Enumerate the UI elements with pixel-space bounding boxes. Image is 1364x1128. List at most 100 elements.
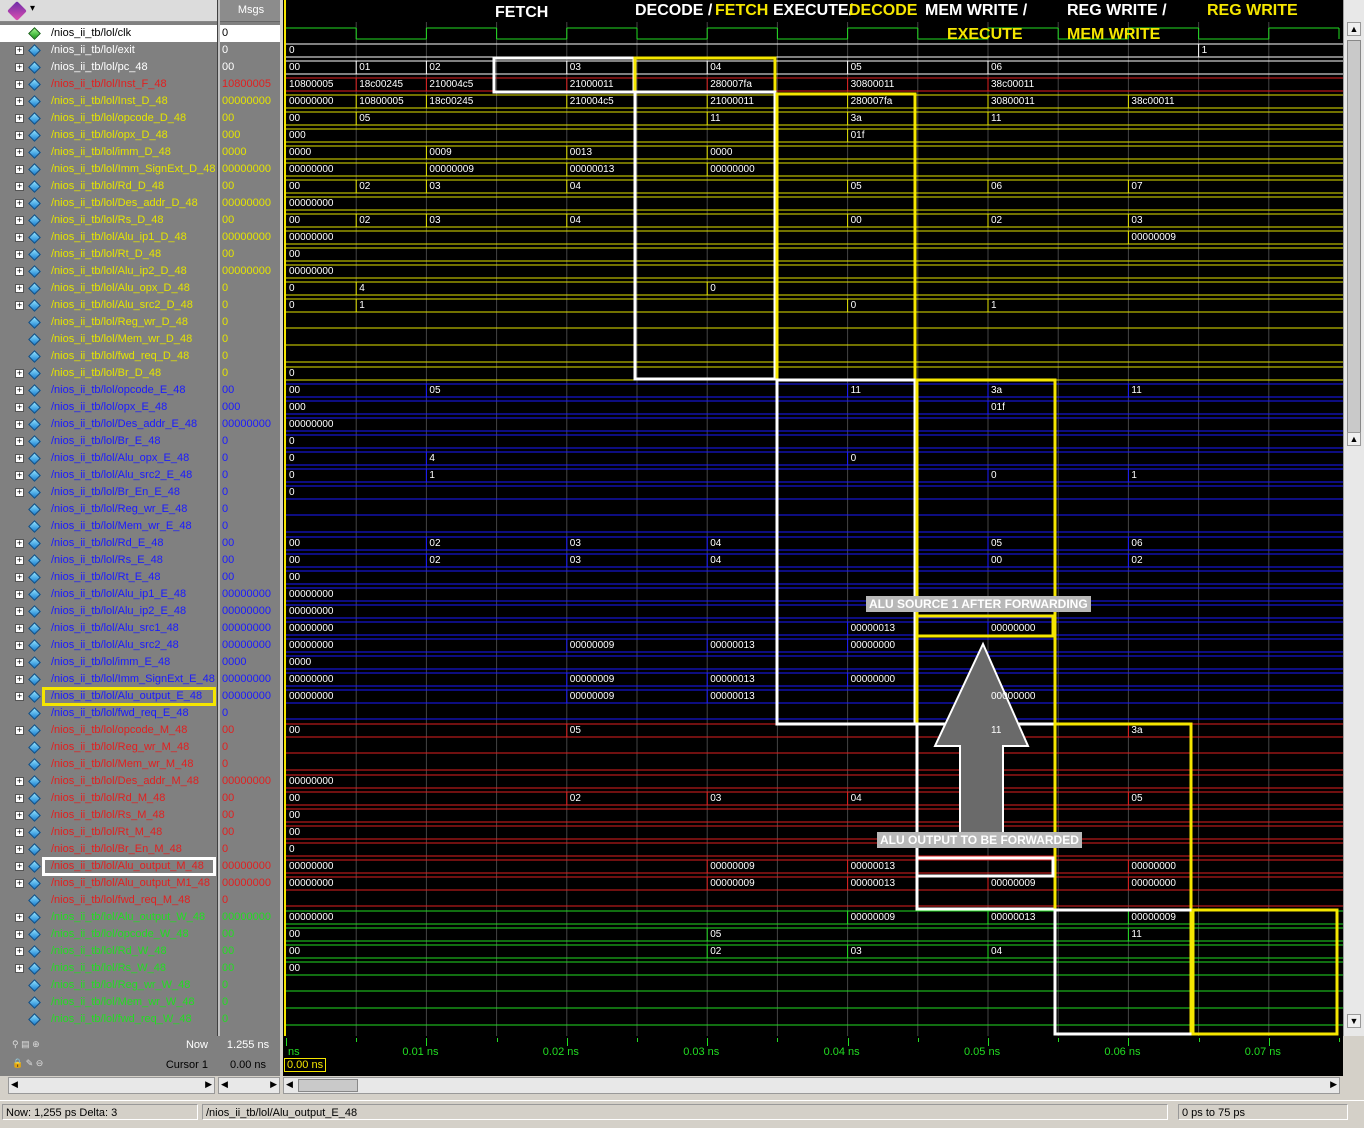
signal-row[interactable]: /nios_ii_tb/lol/fwd_req_E_48 (0, 705, 217, 722)
signal-row[interactable]: /nios_ii_tb/lol/Mem_wr_W_48 (0, 994, 217, 1011)
signal-row[interactable]: + /nios_ii_tb/lol/Alu_opx_E_48 (0, 450, 217, 467)
expand-icon[interactable]: + (15, 46, 24, 55)
scroll-up-arrow-icon-2[interactable]: ▲ (1347, 432, 1361, 446)
signal-row[interactable]: + /nios_ii_tb/lol/Rd_D_48 (0, 178, 217, 195)
expand-icon[interactable]: + (15, 165, 24, 174)
waveform-pane[interactable]: 0 1 00 01 02 03 04 05 06 10800005 18c00245 210004c5… (283, 0, 1343, 1036)
signal-row[interactable]: + /nios_ii_tb/lol/Br_En_E_48 (0, 484, 217, 501)
scroll-up-arrow-icon[interactable]: ▲ (1347, 22, 1361, 36)
signal-row[interactable]: + /nios_ii_tb/lol/Br_E_48 (0, 433, 217, 450)
signal-row[interactable]: + /nios_ii_tb/lol/Rd_M_48 (0, 790, 217, 807)
lock-icon[interactable]: 🔒 ✎ ⊖ (12, 1058, 46, 1070)
toolbar-icons[interactable]: ⚲ ▤ ⊕ (12, 1039, 46, 1051)
expand-icon[interactable]: + (15, 862, 24, 871)
expand-icon[interactable]: + (15, 301, 24, 310)
expand-icon[interactable]: + (15, 488, 24, 497)
signal-row[interactable]: + /nios_ii_tb/lol/opcode_W_48 (0, 926, 217, 943)
signal-row[interactable]: + /nios_ii_tb/lol/Rt_D_48 (0, 246, 217, 263)
signal-row[interactable]: + /nios_ii_tb/lol/Alu_output_M1_48 (0, 875, 217, 892)
expand-icon[interactable]: + (15, 250, 24, 259)
expand-icon[interactable]: + (15, 199, 24, 208)
expand-icon[interactable]: + (15, 539, 24, 548)
signal-row[interactable]: + /nios_ii_tb/lol/Alu_opx_D_48 (0, 280, 217, 297)
expand-icon[interactable]: + (15, 437, 24, 446)
signal-row[interactable]: + /nios_ii_tb/lol/Rs_W_48 (0, 960, 217, 977)
expand-icon[interactable]: + (15, 403, 24, 412)
signal-row[interactable]: + /nios_ii_tb/lol/Alu_ip2_E_48 (0, 603, 217, 620)
expand-icon[interactable]: + (15, 947, 24, 956)
signal-row[interactable]: /nios_ii_tb/lol/fwd_req_M_48 (0, 892, 217, 909)
signal-row[interactable]: /nios_ii_tb/lol/Reg_wr_E_48 (0, 501, 217, 518)
signal-row[interactable]: + /nios_ii_tb/lol/exit (0, 42, 217, 59)
expand-icon[interactable]: + (15, 845, 24, 854)
hscroll-thumb[interactable] (298, 1079, 358, 1092)
scroll-thumb[interactable] (1347, 40, 1361, 440)
signal-row[interactable]: /nios_ii_tb/lol/Reg_wr_W_48 (0, 977, 217, 994)
signal-row[interactable]: + /nios_ii_tb/lol/opx_E_48 (0, 399, 217, 416)
scroll-left-arrow-icon[interactable]: ◀ (11, 1079, 18, 1090)
signal-row[interactable]: /nios_ii_tb/lol/fwd_req_W_48 (0, 1011, 217, 1028)
signal-row[interactable]: + /nios_ii_tb/lol/Rs_E_48 (0, 552, 217, 569)
expand-icon[interactable]: + (15, 692, 24, 701)
signal-row[interactable]: /nios_ii_tb/lol/Reg_wr_M_48 (0, 739, 217, 756)
signal-row[interactable]: + /nios_ii_tb/lol/Alu_ip2_D_48 (0, 263, 217, 280)
expand-icon[interactable]: + (15, 964, 24, 973)
signal-row[interactable]: + /nios_ii_tb/lol/Br_En_M_48 (0, 841, 217, 858)
wave-pane-hscroll[interactable]: ◀ ▶ (283, 1077, 1340, 1094)
value-pane-hscroll[interactable]: ◀ ▶ (218, 1077, 280, 1094)
expand-icon[interactable]: + (15, 930, 24, 939)
signal-row[interactable]: + /nios_ii_tb/lol/opcode_M_48 (0, 722, 217, 739)
scroll-down-arrow-icon[interactable]: ▼ (1347, 1014, 1361, 1028)
signal-row[interactable]: + /nios_ii_tb/lol/Alu_src1_48 (0, 620, 217, 637)
expand-icon[interactable]: + (15, 233, 24, 242)
signal-row[interactable]: + /nios_ii_tb/lol/Rt_M_48 (0, 824, 217, 841)
signal-row[interactable]: + /nios_ii_tb/lol/Rd_W_48 (0, 943, 217, 960)
signal-row[interactable]: + /nios_ii_tb/lol/Des_addr_E_48 (0, 416, 217, 433)
wave-logo-icon[interactable] (7, 1, 27, 21)
scroll-right-arrow-icon-2[interactable]: ▶ (270, 1079, 277, 1090)
signal-row[interactable]: + /nios_ii_tb/lol/imm_E_48 (0, 654, 217, 671)
signal-row[interactable]: /nios_ii_tb/lol/Mem_wr_D_48 (0, 331, 217, 348)
signal-row[interactable]: + /nios_ii_tb/lol/Alu_src2_E_48 (0, 467, 217, 484)
signal-row[interactable]: + /nios_ii_tb/lol/Rt_E_48 (0, 569, 217, 586)
scroll-right-arrow-icon-3[interactable]: ▶ (1330, 1079, 1337, 1090)
vertical-scrollbar[interactable]: ▲ ▲ ▼ (1343, 0, 1364, 1036)
expand-icon[interactable]: + (15, 182, 24, 191)
expand-icon[interactable]: + (15, 267, 24, 276)
expand-icon[interactable]: + (15, 131, 24, 140)
signal-row[interactable]: + /nios_ii_tb/lol/imm_D_48 (0, 144, 217, 161)
expand-icon[interactable]: + (15, 556, 24, 565)
expand-icon[interactable]: + (15, 148, 24, 157)
signal-row[interactable]: + /nios_ii_tb/lol/Alu_output_W_48 (0, 909, 217, 926)
signal-pane-hscroll[interactable]: ◀ ▶ (8, 1077, 215, 1094)
signal-row[interactable]: + /nios_ii_tb/lol/Alu_ip1_D_48 (0, 229, 217, 246)
signal-row[interactable]: + /nios_ii_tb/lol/Rd_E_48 (0, 535, 217, 552)
signal-row[interactable]: + /nios_ii_tb/lol/Imm_SignExt_E_48 (0, 671, 217, 688)
expand-icon[interactable]: + (15, 777, 24, 786)
signal-row[interactable]: + /nios_ii_tb/lol/pc_48 (0, 59, 217, 76)
scroll-left-arrow-icon-3[interactable]: ◀ (286, 1079, 293, 1090)
expand-icon[interactable]: + (15, 641, 24, 650)
expand-icon[interactable]: + (15, 63, 24, 72)
scroll-right-arrow-icon[interactable]: ▶ (205, 1079, 212, 1090)
signal-row[interactable]: + /nios_ii_tb/lol/Rs_M_48 (0, 807, 217, 824)
signal-row[interactable]: + /nios_ii_tb/lol/Br_D_48 (0, 365, 217, 382)
signal-row[interactable]: /nios_ii_tb/lol/fwd_req_D_48 (0, 348, 217, 365)
expand-icon[interactable]: + (15, 454, 24, 463)
expand-icon[interactable]: + (15, 675, 24, 684)
expand-icon[interactable]: + (15, 80, 24, 89)
expand-icon[interactable]: + (15, 726, 24, 735)
expand-icon[interactable]: + (15, 624, 24, 633)
expand-icon[interactable]: + (15, 216, 24, 225)
signal-row[interactable]: + /nios_ii_tb/lol/opx_D_48 (0, 127, 217, 144)
signal-row[interactable]: + /nios_ii_tb/lol/Des_addr_D_48 (0, 195, 217, 212)
expand-icon[interactable]: + (15, 386, 24, 395)
expand-icon[interactable]: + (15, 607, 24, 616)
signal-row[interactable]: /nios_ii_tb/lol/clk (0, 25, 217, 42)
expand-icon[interactable]: + (15, 828, 24, 837)
signal-row[interactable]: /nios_ii_tb/lol/Reg_wr_D_48 (0, 314, 217, 331)
expand-icon[interactable]: + (15, 420, 24, 429)
expand-icon[interactable]: + (15, 369, 24, 378)
signal-row[interactable]: + /nios_ii_tb/lol/Alu_src2_D_48 (0, 297, 217, 314)
expand-icon[interactable]: + (15, 658, 24, 667)
